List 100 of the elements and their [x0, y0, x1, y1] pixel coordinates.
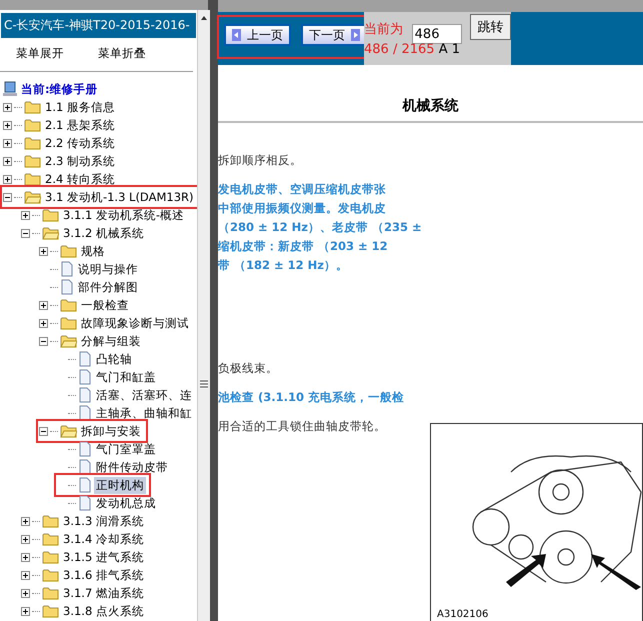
- right-arrow-icon: [351, 29, 360, 41]
- tree-item[interactable]: 3.1.1 发动机系统-概述: [61, 206, 186, 224]
- tree-item[interactable]: 活塞、活塞环、连: [94, 386, 194, 404]
- expand-toggle[interactable]: [3, 174, 12, 184]
- expand-toggle[interactable]: [39, 300, 48, 310]
- body-text: 拆卸顺序相反。: [218, 152, 303, 169]
- document-icon: [60, 279, 74, 295]
- tree-item[interactable]: 3.1.8 点火系统: [61, 602, 146, 620]
- menu-button[interactable]: 菜单展开: [16, 46, 64, 61]
- tree-item[interactable]: 凸轮轴: [94, 350, 134, 368]
- note-text: 中部使用振频仪测量。发电机皮: [218, 200, 387, 217]
- scrollbar[interactable]: [197, 10, 210, 621]
- collapse-toggle[interactable]: [39, 336, 48, 346]
- folder-icon: [24, 136, 41, 150]
- tree-item[interactable]: 气门和缸盖: [94, 368, 158, 386]
- grip-icon[interactable]: [200, 380, 208, 388]
- page-input[interactable]: 486: [412, 24, 462, 44]
- figure-caption: A3102106: [436, 609, 490, 621]
- expand-toggle[interactable]: [21, 210, 30, 220]
- tree-item[interactable]: 1.1 服务信息: [43, 98, 117, 116]
- folder-icon: [42, 208, 59, 222]
- tree-item[interactable]: 3.1.2 机械系统: [61, 224, 146, 242]
- folder-icon: [42, 586, 59, 600]
- document-icon: [60, 261, 74, 277]
- tree-item[interactable]: 3.1.5 进气系统: [61, 548, 146, 566]
- open-folder-icon: [60, 334, 77, 348]
- expand-toggle[interactable]: [21, 516, 30, 526]
- folder-icon: [24, 100, 41, 114]
- tree-item[interactable]: 3.1.4 冷却系统: [61, 530, 146, 548]
- expand-toggle[interactable]: [3, 120, 12, 130]
- document-icon: [78, 459, 92, 475]
- tree-item[interactable]: 3.1 发动机-1.3 L(DAM13R): [43, 188, 196, 206]
- tree-item[interactable]: 规格: [79, 242, 107, 260]
- tree-item[interactable]: 故障现象诊断与测试: [79, 314, 191, 332]
- folder-icon: [42, 550, 59, 564]
- expand-toggle[interactable]: [21, 552, 30, 562]
- tree-item[interactable]: 2.1 悬架系统: [43, 116, 117, 134]
- expand-toggle[interactable]: [21, 606, 30, 616]
- folder-icon: [42, 604, 59, 618]
- folder-icon: [24, 118, 41, 132]
- tree-item[interactable]: 2.2 传动系统: [43, 134, 117, 152]
- left-arrow-icon: [232, 29, 241, 41]
- document-title: 机械系统: [218, 65, 643, 123]
- expand-toggle[interactable]: [39, 246, 48, 256]
- tree-item[interactable]: 发动机总成: [94, 494, 158, 512]
- note-text: 池检查 (3.1.10 充电系统，一般检: [218, 389, 406, 406]
- note-text: 带 （182 ± 12 Hz）。: [218, 257, 349, 274]
- tree-item[interactable]: 3.1.3 润滑系统: [61, 512, 146, 530]
- open-folder-icon: [60, 424, 77, 438]
- tree-item[interactable]: 正时机构: [94, 476, 146, 494]
- expand-toggle[interactable]: [3, 156, 12, 166]
- expand-toggle[interactable]: [3, 102, 12, 112]
- open-folder-icon: [24, 190, 41, 204]
- tree-item[interactable]: 说明与操作: [76, 260, 140, 278]
- folder-icon: [42, 514, 59, 528]
- tree-item[interactable]: 附件传动皮带: [94, 458, 170, 476]
- tree-item[interactable]: 部件分解图: [76, 278, 140, 296]
- jump-button[interactable]: 跳转: [470, 14, 511, 40]
- folder-icon: [42, 532, 59, 546]
- folder-icon: [60, 244, 77, 258]
- folder-icon: [24, 154, 41, 168]
- note-text: 发电机皮带、空调压缩机皮带张: [218, 181, 387, 198]
- page-suffix: A 1: [438, 42, 460, 57]
- expand-toggle[interactable]: [21, 588, 30, 598]
- document-icon: [78, 477, 92, 493]
- document-icon: [78, 369, 92, 385]
- folder-icon: [24, 172, 41, 186]
- note-text: 缩机皮带：新皮带 （203 ± 12: [218, 238, 389, 255]
- tree-item[interactable]: 拆卸与安装: [79, 422, 143, 440]
- menu-button[interactable]: 菜单折叠: [98, 46, 146, 61]
- document-icon: [78, 495, 92, 511]
- tree-item[interactable]: 2.3 制动系统: [43, 152, 117, 170]
- collapse-toggle[interactable]: [39, 426, 48, 436]
- body-text: 负极线束。: [218, 360, 279, 377]
- document-icon: [78, 387, 92, 403]
- sidebar-title: C-长安汽车-神骐T20-2015-2016-: [1, 13, 196, 38]
- document-icon: [78, 351, 92, 367]
- folder-icon: [42, 568, 59, 582]
- tree-item[interactable]: 分解与组装: [79, 332, 143, 350]
- collapse-toggle[interactable]: [21, 228, 30, 238]
- expand-toggle[interactable]: [39, 318, 48, 328]
- tree-item[interactable]: 一般检查: [79, 296, 131, 314]
- tree-item[interactable]: 气门室罩盖: [94, 440, 158, 458]
- document-icon: [78, 405, 92, 421]
- tree-item[interactable]: 3.1.6 排气系统: [61, 566, 146, 584]
- folder-icon: [60, 298, 77, 312]
- open-folder-icon: [42, 226, 59, 240]
- body-text: 用合适的工具锁住曲轴皮带轮。: [218, 418, 386, 435]
- computer-icon: [3, 81, 19, 97]
- folder-icon: [60, 316, 77, 330]
- collapse-toggle[interactable]: [3, 192, 12, 202]
- expand-toggle[interactable]: [21, 570, 30, 580]
- expand-toggle[interactable]: [3, 138, 12, 148]
- tree-item[interactable]: 主轴承、曲轴和缸: [94, 404, 194, 422]
- document-icon: [78, 441, 92, 457]
- expand-toggle[interactable]: [21, 534, 30, 544]
- tree-item[interactable]: 2.4 转向系统: [43, 170, 117, 188]
- previous-page-button[interactable]: 上一页: [224, 24, 291, 46]
- tree-root[interactable]: 当前:维修手册: [21, 82, 98, 96]
- tree-item[interactable]: 3.1.7 燃油系统: [61, 584, 146, 602]
